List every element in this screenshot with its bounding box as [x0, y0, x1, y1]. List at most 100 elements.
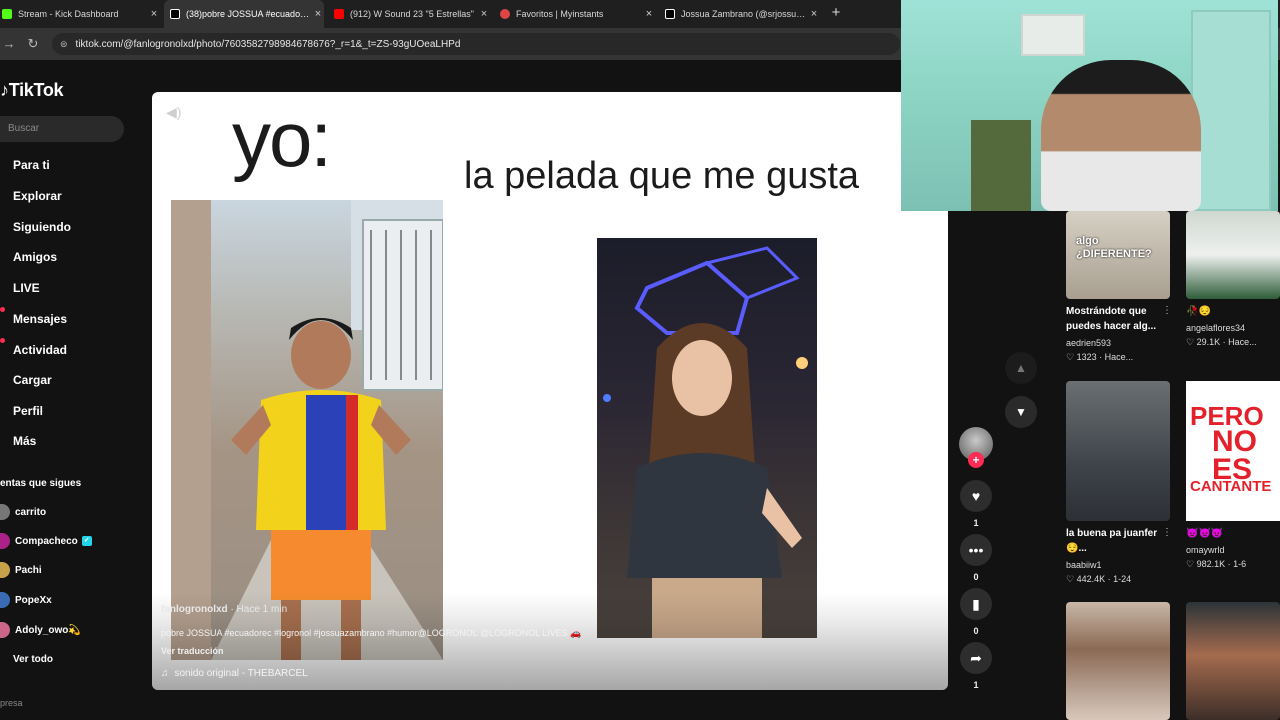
see-all-link[interactable]: Ver todo: [13, 654, 53, 665]
bookmark-icon[interactable]: ▮: [960, 588, 992, 620]
previous-post-icon[interactable]: ▲: [1005, 352, 1037, 384]
browser-tab-tiktok-post[interactable]: (38)pobre JOSSUA #ecuadorec ×: [164, 0, 324, 28]
browser-tab-youtube[interactable]: (912) W Sound 23 "5 Estrellas" ×: [334, 0, 490, 28]
post-image-player[interactable]: ◀) yo: la pelada que me gusta fanlogrono…: [152, 92, 948, 690]
next-post-icon[interactable]: ▼: [1005, 396, 1037, 428]
following-heading: entas que sigues: [0, 478, 82, 489]
tab-label: Jossua Zambrano (@srjossua) |: [681, 9, 808, 19]
comment-action[interactable]: ••• 0: [960, 534, 992, 582]
close-tab-icon[interactable]: ×: [643, 8, 655, 20]
webcam-overlay: [901, 0, 1278, 211]
new-tab-button[interactable]: +: [829, 4, 843, 24]
address-bar[interactable]: ⊜ tiktok.com/@fanlogronolxd/photo/760358…: [52, 33, 900, 55]
heart-icon[interactable]: ♥: [960, 480, 992, 512]
avatar: [0, 504, 10, 520]
video-thumbnail[interactable]: [1066, 381, 1170, 521]
tiktok-icon: [665, 9, 675, 19]
save-action[interactable]: ▮ 0: [960, 588, 992, 636]
share-icon[interactable]: ➦: [960, 642, 992, 674]
avatar: [0, 592, 10, 608]
followed-account[interactable]: carrito: [0, 504, 46, 520]
account-name: Pachi: [15, 564, 42, 576]
video-user[interactable]: angelaflores34: [1186, 323, 1245, 333]
video-stats: ♡ 1323 · Hace...: [1066, 352, 1134, 362]
like-action[interactable]: ♥ 1: [960, 480, 992, 528]
avatar: [0, 622, 10, 638]
nav-live[interactable]: LIVE: [13, 281, 40, 295]
close-tab-icon[interactable]: ×: [312, 8, 324, 20]
sound-link[interactable]: ♫ sonido original - THEBARCEL: [161, 668, 308, 679]
sound-name: sonido original - THEBARCEL: [174, 668, 308, 679]
author-name: fanlogronolxd: [161, 604, 228, 615]
webcam-air-conditioner: [1021, 14, 1085, 56]
forward-icon[interactable]: →: [2, 36, 16, 52]
tiktok-logo[interactable]: ♪TikTok: [0, 80, 64, 101]
see-translation-link[interactable]: Ver traducción: [161, 646, 224, 656]
video-user[interactable]: omaywrld: [1186, 545, 1225, 555]
video-title: la buena pa juanfer😌...: [1066, 528, 1158, 554]
sidebar-footer[interactable]: presa: [0, 698, 23, 708]
tab-label: (38)pobre JOSSUA #ecuadorec: [186, 9, 312, 19]
url-text: tiktok.com/@fanlogronolxd/photo/76035827…: [75, 38, 461, 50]
site-info-icon[interactable]: ⊜: [60, 39, 68, 50]
video-title: Mostrándote que puedes hacer alg...: [1066, 306, 1157, 332]
share-action[interactable]: ➦ 1: [960, 642, 992, 690]
webcam-door: [1191, 10, 1271, 211]
nav-cargar[interactable]: Cargar: [13, 373, 52, 387]
nav-amigos[interactable]: Amigos: [13, 250, 57, 264]
video-stats: ♡ 442.4K · 1-24: [1066, 574, 1132, 584]
nav-para-ti[interactable]: Para ti: [13, 158, 50, 172]
account-name: carrito: [15, 506, 47, 518]
photo-man-in-jersey: [171, 200, 443, 660]
reload-icon[interactable]: ↻: [26, 36, 40, 52]
myinstants-icon: [500, 9, 510, 19]
followed-account[interactable]: PopeXx: [0, 592, 52, 608]
video-thumbnail[interactable]: [1186, 211, 1280, 299]
video-user[interactable]: aedrien593: [1066, 338, 1111, 348]
video-thumbnail[interactable]: algo ¿DIFERENTE?: [1066, 211, 1170, 299]
post-time: · Hace 1 min: [227, 604, 288, 615]
nav-siguiendo[interactable]: Siguiendo: [13, 220, 71, 234]
followed-account[interactable]: Compacheco ✓: [0, 533, 92, 549]
nav-perfil[interactable]: Perfil: [13, 404, 43, 418]
close-tab-icon[interactable]: ×: [808, 8, 820, 20]
avatar: [0, 562, 10, 578]
account-name: Adoly_owo💫: [15, 624, 81, 636]
tiktok-icon: [170, 9, 180, 19]
nav-actividad[interactable]: Actividad: [13, 343, 67, 357]
nav-mas[interactable]: Más: [13, 434, 36, 448]
comment-icon[interactable]: •••: [960, 534, 992, 566]
like-count: 1: [973, 518, 979, 528]
video-thumbnail[interactable]: PERO NO ES CANTANTE: [1186, 381, 1280, 521]
browser-tab-tiktok-profile[interactable]: Jossua Zambrano (@srjossua) | ×: [665, 0, 820, 28]
save-count: 0: [973, 626, 979, 636]
thumbnail-text: CANTANTE: [1190, 478, 1272, 495]
avatar: [0, 533, 10, 549]
image-text-yo: yo:: [232, 95, 332, 183]
logo-text: TikTok: [8, 80, 64, 100]
follow-plus-icon[interactable]: +: [968, 452, 984, 468]
followed-account[interactable]: Adoly_owo💫: [0, 622, 81, 638]
tab-label: Favoritos | Myinstants: [516, 9, 604, 19]
browser-tab-kick[interactable]: Stream - Kick Dashboard ×: [2, 0, 160, 28]
nav-mensajes[interactable]: Mensajes: [13, 312, 67, 326]
video-user[interactable]: baabiiw1: [1066, 560, 1102, 570]
music-note-icon: ♫: [161, 668, 169, 679]
close-tab-icon[interactable]: ×: [478, 8, 490, 20]
nav-explorar[interactable]: Explorar: [13, 189, 62, 203]
search-input[interactable]: Buscar: [0, 116, 124, 142]
close-tab-icon[interactable]: ×: [148, 8, 160, 20]
volume-icon[interactable]: ◀): [166, 104, 181, 121]
comment-count: 0: [973, 572, 979, 582]
tab-label: (912) W Sound 23 "5 Estrellas": [350, 9, 474, 19]
share-count: 1: [973, 680, 979, 690]
video-thumbnail[interactable]: [1186, 602, 1280, 720]
browser-tab-myinstants[interactable]: Favoritos | Myinstants ×: [500, 0, 655, 28]
account-name: Compacheco: [15, 535, 78, 547]
more-options-icon[interactable]: ⋮: [1162, 305, 1172, 316]
webcam-shelf: [971, 120, 1031, 211]
post-author[interactable]: fanlogronolxd · Hace 1 min: [161, 604, 287, 615]
followed-account[interactable]: Pachi: [0, 562, 42, 578]
more-options-icon[interactable]: ⋮: [1162, 527, 1172, 538]
video-thumbnail[interactable]: [1066, 602, 1170, 720]
